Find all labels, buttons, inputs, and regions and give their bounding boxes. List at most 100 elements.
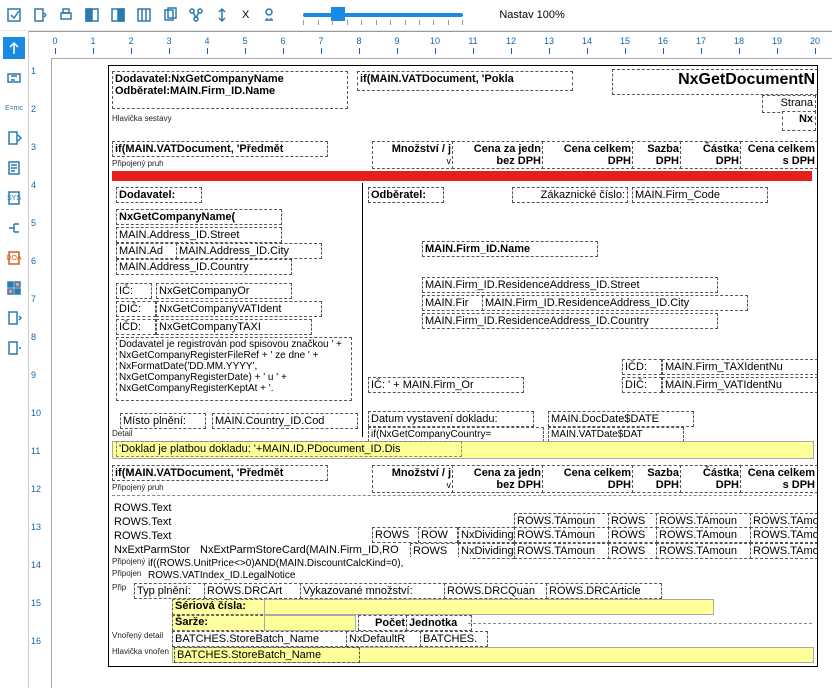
supplier-icd[interactable]: NxGetCompanyTAXI	[156, 319, 312, 335]
batches3[interactable]: BATCHES.StoreBatch_Name	[174, 647, 360, 663]
col-castka[interactable]: ČástkaDPH	[680, 141, 742, 169]
storecard1[interactable]: NxExtParmStor	[112, 543, 200, 557]
if-country[interactable]: if(NxGetCompanyCountry=	[368, 427, 544, 442]
supplier-name[interactable]: NxGetCompanyName(	[116, 209, 282, 225]
customer-ic[interactable]: IČ: ' + MAIN.Firm_Or	[368, 377, 524, 393]
typ-plneni-l[interactable]: Typ plnění:	[134, 583, 206, 599]
customer-name[interactable]: MAIN.Firm_ID.Name	[422, 241, 598, 257]
rowsrow1[interactable]: ROWS	[372, 527, 422, 543]
col-sazba[interactable]: SazbaDPH	[632, 141, 682, 169]
customer-country[interactable]: MAIN.Firm_ID.ResidenceAddress_ID.Country	[422, 313, 718, 329]
col-cena-celkem1[interactable]: Cena celkemDPH	[542, 141, 634, 169]
misto-label[interactable]: Místo plnění:	[120, 413, 206, 429]
rows-text2[interactable]: ROWS.Text	[112, 515, 206, 529]
field-docnum[interactable]: NxGetDocumentN	[612, 69, 818, 95]
col2-cena-celkem1[interactable]: Cena celkemDPH	[542, 465, 634, 493]
customer-zakcislo[interactable]: MAIN.Firm_Code	[632, 187, 768, 203]
sarze-label[interactable]: Šarže:	[172, 615, 268, 631]
customer-dic-l[interactable]: DIČ:	[622, 377, 662, 393]
supplier-label[interactable]: Dodavatel:	[116, 187, 202, 203]
col2-predmet[interactable]: if(MAIN.VATDocument, 'Předmět	[112, 465, 328, 481]
drcarticle[interactable]: ROWS.DRCArticle	[546, 583, 662, 599]
legal[interactable]: ROWS.VATIndex_ID.LegalNotice	[146, 569, 370, 582]
side-page-del-icon[interactable]	[3, 337, 25, 359]
side-page-insert-icon[interactable]	[3, 307, 25, 329]
col-cena-celkem2[interactable]: Cena celkems DPH	[740, 141, 818, 169]
col-predmet[interactable]: if(MAIN.VATDocument, 'Předmět	[112, 141, 328, 157]
supplier-country[interactable]: MAIN.Address_ID.Country	[116, 259, 292, 275]
jednotka-label[interactable]: Jednotka	[406, 615, 472, 631]
drcan[interactable]: ROWS.DRCArt	[204, 583, 302, 599]
col2-mnozstvi[interactable]: Množství / jv	[372, 465, 454, 493]
side-grid-icon[interactable]	[3, 277, 25, 299]
tool-columns-icon[interactable]	[134, 5, 154, 25]
tool-ab-icon[interactable]	[259, 5, 279, 25]
supplier-dic-l[interactable]: DIČ:	[116, 301, 156, 317]
tool-resize-v-icon[interactable]	[212, 5, 232, 25]
side-page-text-icon[interactable]	[3, 157, 25, 179]
supplier-city[interactable]: MAIN.Address_ID.City	[176, 243, 322, 259]
rowsc2[interactable]: ROWS	[608, 527, 658, 543]
customer-zakcislo-l[interactable]: Zákaznické číslo:	[512, 187, 628, 203]
field-if-vatdoc[interactable]: if(MAIN.VATDocument, 'Pokla	[357, 71, 573, 91]
tool-tree-icon[interactable]	[186, 5, 206, 25]
tamoun-c2[interactable]: ROWS.TAmoun	[656, 527, 752, 543]
supplier-dic[interactable]: NxGetCompanyVATIdent	[156, 301, 322, 317]
batches2[interactable]: BATCHES.	[420, 631, 488, 647]
col2-sazba[interactable]: SazbaDPH	[632, 465, 682, 493]
vyk-l[interactable]: Vykazované množství:	[300, 583, 446, 599]
field-dodavatel-odberatel[interactable]: Dodavatel:NxGetCompanyName Odběratel:MAI…	[112, 71, 348, 109]
pocet-label[interactable]: Počet	[358, 615, 408, 631]
tamoun-e[interactable]: ROWS.TAmoun	[514, 543, 610, 559]
customer-dic[interactable]: MAIN.Firm_VATIdentNu	[662, 377, 818, 393]
side-sys-icon[interactable]: SYS	[3, 187, 25, 209]
supplier-zip[interactable]: MAIN.Ad	[116, 243, 178, 259]
customer-city[interactable]: MAIN.Firm_ID.ResidenceAddress_ID.City	[482, 295, 748, 311]
customer-street[interactable]: MAIN.Firm_ID.ResidenceAddress_ID.Street	[422, 277, 718, 293]
col2-castka[interactable]: ČástkaDPH	[680, 465, 742, 493]
yellow-text[interactable]: 'Doklad je platbou dokladu: '+MAIN.ID.PD…	[116, 441, 462, 457]
tool-page-left-icon[interactable]	[30, 5, 50, 25]
datum-val[interactable]: MAIN.DocDate$DATE	[548, 411, 694, 427]
side-doa-icon[interactable]: DOA	[3, 247, 25, 269]
tool-half-right-icon[interactable]	[108, 5, 128, 25]
batches1[interactable]: BATCHES.StoreBatch_Name	[172, 631, 348, 647]
rowsc3[interactable]: ROWS	[608, 543, 658, 559]
supplier-street[interactable]: MAIN.Address_ID.Street	[116, 227, 282, 243]
supplier-ic-l[interactable]: IČ:	[116, 283, 152, 299]
storecard2[interactable]: NxExtParmStoreCard(MAIN.Firm_ID,RO	[198, 543, 412, 557]
side-text-field-icon[interactable]	[3, 67, 25, 89]
row1[interactable]: ROW	[418, 527, 458, 543]
nxdefault[interactable]: NxDefaultR	[346, 631, 422, 647]
col-cena-jedn[interactable]: Cena za jednbez DPH	[452, 141, 544, 169]
zoom-slider[interactable]	[303, 10, 463, 20]
col-mnozstvi[interactable]: Množství / jv	[372, 141, 454, 169]
customer-zip[interactable]: MAIN.Fir	[422, 295, 484, 311]
col2-cena-celkem2[interactable]: Cena celkems DPH	[740, 465, 818, 493]
tamoun-g[interactable]: ROWS.TAmoun	[750, 543, 818, 559]
design-canvas[interactable]: Dodavatel:NxGetCompanyName Odběratel:MAI…	[52, 59, 832, 688]
supplier-icd-l[interactable]: IČD:	[116, 319, 156, 335]
side-emc-icon[interactable]: E=mc	[3, 97, 25, 119]
tool-half-left-icon[interactable]	[82, 5, 102, 25]
red-band[interactable]	[112, 171, 812, 181]
datum-label[interactable]: Datum vystavení dokladu:	[368, 411, 534, 427]
side-page-add-icon[interactable]	[3, 127, 25, 149]
field-nx[interactable]: Nx	[782, 111, 816, 131]
side-arrow-up-icon[interactable]	[3, 37, 25, 59]
customer-label[interactable]: Odběratel:	[368, 187, 444, 203]
rows-text1[interactable]: ROWS.Text	[112, 501, 206, 515]
tool-copy-icon[interactable]	[160, 5, 180, 25]
tamoun-b1[interactable]: ROWS.TAmoun	[514, 527, 610, 543]
col2-cena-jedn[interactable]: Cena za jednbez DPH	[452, 465, 544, 493]
rows-text3[interactable]: ROWS.Text	[112, 529, 206, 543]
customer-icd-l[interactable]: IČD:	[622, 359, 662, 375]
misto-country[interactable]: MAIN.Country_ID.Cod	[212, 413, 358, 429]
tool-snap-icon[interactable]	[4, 5, 24, 25]
tamoun-f[interactable]: ROWS.TAmoun	[656, 543, 752, 559]
seriova-field[interactable]	[264, 599, 714, 615]
sarze-field1[interactable]	[264, 615, 356, 631]
seriova-label[interactable]: Sériová čísla:	[172, 599, 268, 615]
tool-page-print-icon[interactable]	[56, 5, 76, 25]
supplier-ic[interactable]: NxGetCompanyOr	[156, 283, 292, 299]
